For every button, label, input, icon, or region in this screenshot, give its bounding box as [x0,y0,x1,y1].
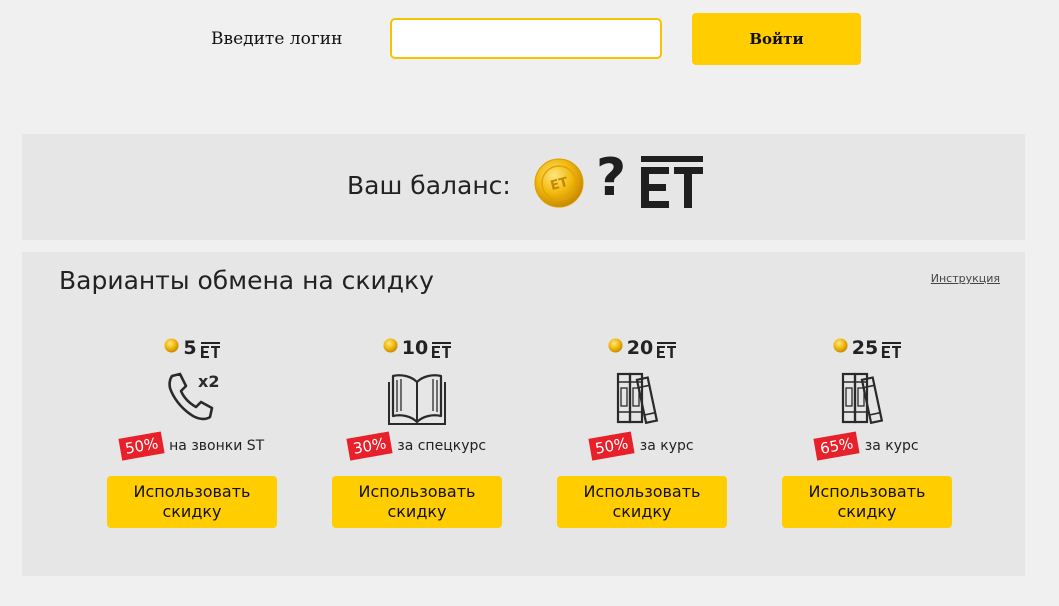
offer-description: 65% за курс [782,431,952,461]
use-discount-button[interactable]: Использовать скидку [557,476,727,528]
offer-price: 5 [107,336,277,360]
price-amount: 25 [851,337,879,359]
discount-badge: 50% [588,431,636,461]
offer-description-text: за спецкурс [397,438,487,454]
coin-icon [164,337,179,353]
books-icon [616,372,659,425]
login-input[interactable] [390,18,662,59]
price-amount: 5 [183,337,197,359]
et-currency-icon [657,341,677,358]
et-currency-icon [882,341,902,358]
phone-x2-icon: x2 [168,372,219,421]
et-currency-icon [200,341,220,358]
offer-description: 50% за курс [557,431,727,461]
balance-panel: Ваш баланс: ET ? [22,134,1025,240]
et-currency-icon [641,156,703,208]
use-discount-button[interactable]: Использовать скидку [107,476,277,528]
offer-card: 5 x2 50% на звонки ST Использовать скидк… [107,336,277,532]
discount-badge: 50% [118,431,165,461]
price-amount: 20 [626,337,654,359]
balance-label: Ваш баланс: [347,171,511,200]
login-label: Введите логин [211,29,343,49]
offer-description-text: за курс [639,438,694,454]
open-book-icon [388,374,446,425]
offer-price: 20 [557,336,727,360]
price-amount: 10 [401,337,429,359]
offer-description-text: на звонки ST [169,438,265,454]
coin-icon [608,337,623,353]
offer-description: 30% за спецкурс [332,431,502,461]
offer-description: 50% на звонки ST [107,431,277,461]
offer-price: 10 [332,336,502,360]
exchange-title: Варианты обмена на скидку [59,266,434,295]
offer-card: 10 30% за спецкурс Использовать скидку [332,336,502,532]
use-discount-button[interactable]: Использовать скидку [782,476,952,528]
et-currency-icon [432,341,452,358]
discount-badge: 65% [813,431,861,461]
use-discount-button[interactable]: Использовать скидку [332,476,502,528]
login-button[interactable]: Войти [692,13,861,65]
discount-badge: 30% [346,431,393,461]
exchange-panel: Варианты обмена на скидку Инструкция 5 x… [22,252,1025,576]
coin-icon: ET [534,158,584,208]
offer-description-text: за курс [864,438,919,454]
offer-price: 25 [782,336,952,360]
books-icon [841,372,884,425]
coin-icon [833,337,848,353]
offer-card: 25 65% за курс Использовать скидку [782,336,952,532]
offer-card: 20 50% за курс Использовать скидку [557,336,727,532]
balance-value: ? [596,148,627,208]
instructions-link[interactable]: Инструкция [931,272,1000,285]
coin-icon [383,337,398,353]
svg-text:x2: x2 [198,372,219,391]
